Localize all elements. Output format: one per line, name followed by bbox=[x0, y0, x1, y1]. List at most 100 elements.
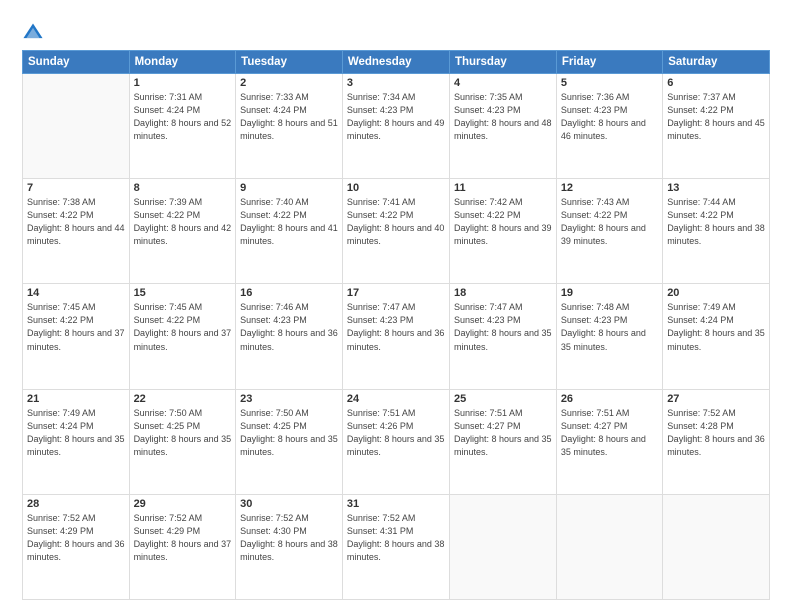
day-info: Sunrise: 7:52 AMSunset: 4:29 PMDaylight:… bbox=[134, 513, 232, 562]
logo-icon bbox=[22, 22, 44, 44]
day-cell: 21 Sunrise: 7:49 AMSunset: 4:24 PMDaylig… bbox=[23, 389, 130, 494]
day-info: Sunrise: 7:51 AMSunset: 4:27 PMDaylight:… bbox=[454, 408, 552, 457]
day-number: 29 bbox=[134, 498, 232, 510]
header-day-friday: Friday bbox=[556, 51, 662, 74]
day-cell: 4 Sunrise: 7:35 AMSunset: 4:23 PMDayligh… bbox=[449, 74, 556, 179]
day-number: 10 bbox=[347, 182, 445, 194]
header-day-saturday: Saturday bbox=[663, 51, 770, 74]
day-number: 14 bbox=[27, 287, 125, 299]
day-cell: 13 Sunrise: 7:44 AMSunset: 4:22 PMDaylig… bbox=[663, 179, 770, 284]
day-number: 28 bbox=[27, 498, 125, 510]
day-cell: 31 Sunrise: 7:52 AMSunset: 4:31 PMDaylig… bbox=[342, 494, 449, 599]
header-row: SundayMondayTuesdayWednesdayThursdayFrid… bbox=[23, 51, 770, 74]
day-cell: 15 Sunrise: 7:45 AMSunset: 4:22 PMDaylig… bbox=[129, 284, 236, 389]
day-info: Sunrise: 7:47 AMSunset: 4:23 PMDaylight:… bbox=[347, 302, 445, 351]
day-info: Sunrise: 7:45 AMSunset: 4:22 PMDaylight:… bbox=[27, 302, 125, 351]
day-info: Sunrise: 7:48 AMSunset: 4:23 PMDaylight:… bbox=[561, 302, 646, 351]
day-info: Sunrise: 7:36 AMSunset: 4:23 PMDaylight:… bbox=[561, 92, 646, 141]
day-info: Sunrise: 7:44 AMSunset: 4:22 PMDaylight:… bbox=[667, 197, 765, 246]
day-cell: 20 Sunrise: 7:49 AMSunset: 4:24 PMDaylig… bbox=[663, 284, 770, 389]
day-number: 22 bbox=[134, 393, 232, 405]
day-number: 3 bbox=[347, 77, 445, 89]
week-row-3: 21 Sunrise: 7:49 AMSunset: 4:24 PMDaylig… bbox=[23, 389, 770, 494]
header bbox=[22, 18, 770, 44]
day-cell: 24 Sunrise: 7:51 AMSunset: 4:26 PMDaylig… bbox=[342, 389, 449, 494]
day-cell: 9 Sunrise: 7:40 AMSunset: 4:22 PMDayligh… bbox=[236, 179, 343, 284]
day-number: 17 bbox=[347, 287, 445, 299]
day-info: Sunrise: 7:52 AMSunset: 4:28 PMDaylight:… bbox=[667, 408, 765, 457]
day-cell: 14 Sunrise: 7:45 AMSunset: 4:22 PMDaylig… bbox=[23, 284, 130, 389]
day-number: 11 bbox=[454, 182, 552, 194]
day-info: Sunrise: 7:51 AMSunset: 4:26 PMDaylight:… bbox=[347, 408, 445, 457]
day-number: 20 bbox=[667, 287, 765, 299]
day-number: 27 bbox=[667, 393, 765, 405]
day-number: 4 bbox=[454, 77, 552, 89]
day-cell: 22 Sunrise: 7:50 AMSunset: 4:25 PMDaylig… bbox=[129, 389, 236, 494]
page: SundayMondayTuesdayWednesdayThursdayFrid… bbox=[0, 0, 792, 612]
day-number: 23 bbox=[240, 393, 338, 405]
day-number: 9 bbox=[240, 182, 338, 194]
day-number: 24 bbox=[347, 393, 445, 405]
header-day-sunday: Sunday bbox=[23, 51, 130, 74]
week-row-2: 14 Sunrise: 7:45 AMSunset: 4:22 PMDaylig… bbox=[23, 284, 770, 389]
week-row-4: 28 Sunrise: 7:52 AMSunset: 4:29 PMDaylig… bbox=[23, 494, 770, 599]
day-info: Sunrise: 7:41 AMSunset: 4:22 PMDaylight:… bbox=[347, 197, 445, 246]
day-number: 15 bbox=[134, 287, 232, 299]
day-info: Sunrise: 7:47 AMSunset: 4:23 PMDaylight:… bbox=[454, 302, 552, 351]
day-number: 30 bbox=[240, 498, 338, 510]
header-day-wednesday: Wednesday bbox=[342, 51, 449, 74]
day-cell bbox=[556, 494, 662, 599]
day-number: 26 bbox=[561, 393, 658, 405]
day-info: Sunrise: 7:50 AMSunset: 4:25 PMDaylight:… bbox=[240, 408, 338, 457]
day-info: Sunrise: 7:52 AMSunset: 4:30 PMDaylight:… bbox=[240, 513, 338, 562]
day-cell: 18 Sunrise: 7:47 AMSunset: 4:23 PMDaylig… bbox=[449, 284, 556, 389]
day-info: Sunrise: 7:51 AMSunset: 4:27 PMDaylight:… bbox=[561, 408, 646, 457]
day-number: 21 bbox=[27, 393, 125, 405]
day-cell: 11 Sunrise: 7:42 AMSunset: 4:22 PMDaylig… bbox=[449, 179, 556, 284]
day-number: 6 bbox=[667, 77, 765, 89]
day-info: Sunrise: 7:46 AMSunset: 4:23 PMDaylight:… bbox=[240, 302, 338, 351]
day-cell: 28 Sunrise: 7:52 AMSunset: 4:29 PMDaylig… bbox=[23, 494, 130, 599]
day-info: Sunrise: 7:52 AMSunset: 4:31 PMDaylight:… bbox=[347, 513, 445, 562]
day-info: Sunrise: 7:49 AMSunset: 4:24 PMDaylight:… bbox=[667, 302, 765, 351]
day-info: Sunrise: 7:34 AMSunset: 4:23 PMDaylight:… bbox=[347, 92, 445, 141]
header-day-tuesday: Tuesday bbox=[236, 51, 343, 74]
header-day-monday: Monday bbox=[129, 51, 236, 74]
day-number: 19 bbox=[561, 287, 658, 299]
day-info: Sunrise: 7:31 AMSunset: 4:24 PMDaylight:… bbox=[134, 92, 232, 141]
day-cell: 7 Sunrise: 7:38 AMSunset: 4:22 PMDayligh… bbox=[23, 179, 130, 284]
day-cell: 27 Sunrise: 7:52 AMSunset: 4:28 PMDaylig… bbox=[663, 389, 770, 494]
day-info: Sunrise: 7:52 AMSunset: 4:29 PMDaylight:… bbox=[27, 513, 125, 562]
day-info: Sunrise: 7:42 AMSunset: 4:22 PMDaylight:… bbox=[454, 197, 552, 246]
day-cell: 1 Sunrise: 7:31 AMSunset: 4:24 PMDayligh… bbox=[129, 74, 236, 179]
day-number: 5 bbox=[561, 77, 658, 89]
day-cell: 29 Sunrise: 7:52 AMSunset: 4:29 PMDaylig… bbox=[129, 494, 236, 599]
day-number: 25 bbox=[454, 393, 552, 405]
day-cell: 5 Sunrise: 7:36 AMSunset: 4:23 PMDayligh… bbox=[556, 74, 662, 179]
day-cell: 12 Sunrise: 7:43 AMSunset: 4:22 PMDaylig… bbox=[556, 179, 662, 284]
day-cell: 30 Sunrise: 7:52 AMSunset: 4:30 PMDaylig… bbox=[236, 494, 343, 599]
day-info: Sunrise: 7:38 AMSunset: 4:22 PMDaylight:… bbox=[27, 197, 125, 246]
week-row-0: 1 Sunrise: 7:31 AMSunset: 4:24 PMDayligh… bbox=[23, 74, 770, 179]
day-cell: 25 Sunrise: 7:51 AMSunset: 4:27 PMDaylig… bbox=[449, 389, 556, 494]
day-number: 8 bbox=[134, 182, 232, 194]
day-info: Sunrise: 7:35 AMSunset: 4:23 PMDaylight:… bbox=[454, 92, 552, 141]
day-number: 18 bbox=[454, 287, 552, 299]
calendar-table: SundayMondayTuesdayWednesdayThursdayFrid… bbox=[22, 50, 770, 600]
day-cell: 26 Sunrise: 7:51 AMSunset: 4:27 PMDaylig… bbox=[556, 389, 662, 494]
day-info: Sunrise: 7:33 AMSunset: 4:24 PMDaylight:… bbox=[240, 92, 338, 141]
day-number: 2 bbox=[240, 77, 338, 89]
day-cell bbox=[23, 74, 130, 179]
day-number: 13 bbox=[667, 182, 765, 194]
week-row-1: 7 Sunrise: 7:38 AMSunset: 4:22 PMDayligh… bbox=[23, 179, 770, 284]
day-cell: 17 Sunrise: 7:47 AMSunset: 4:23 PMDaylig… bbox=[342, 284, 449, 389]
day-info: Sunrise: 7:37 AMSunset: 4:22 PMDaylight:… bbox=[667, 92, 765, 141]
day-cell: 23 Sunrise: 7:50 AMSunset: 4:25 PMDaylig… bbox=[236, 389, 343, 494]
day-info: Sunrise: 7:40 AMSunset: 4:22 PMDaylight:… bbox=[240, 197, 338, 246]
day-info: Sunrise: 7:39 AMSunset: 4:22 PMDaylight:… bbox=[134, 197, 232, 246]
day-cell: 3 Sunrise: 7:34 AMSunset: 4:23 PMDayligh… bbox=[342, 74, 449, 179]
header-day-thursday: Thursday bbox=[449, 51, 556, 74]
day-cell: 10 Sunrise: 7:41 AMSunset: 4:22 PMDaylig… bbox=[342, 179, 449, 284]
day-cell: 19 Sunrise: 7:48 AMSunset: 4:23 PMDaylig… bbox=[556, 284, 662, 389]
day-number: 7 bbox=[27, 182, 125, 194]
